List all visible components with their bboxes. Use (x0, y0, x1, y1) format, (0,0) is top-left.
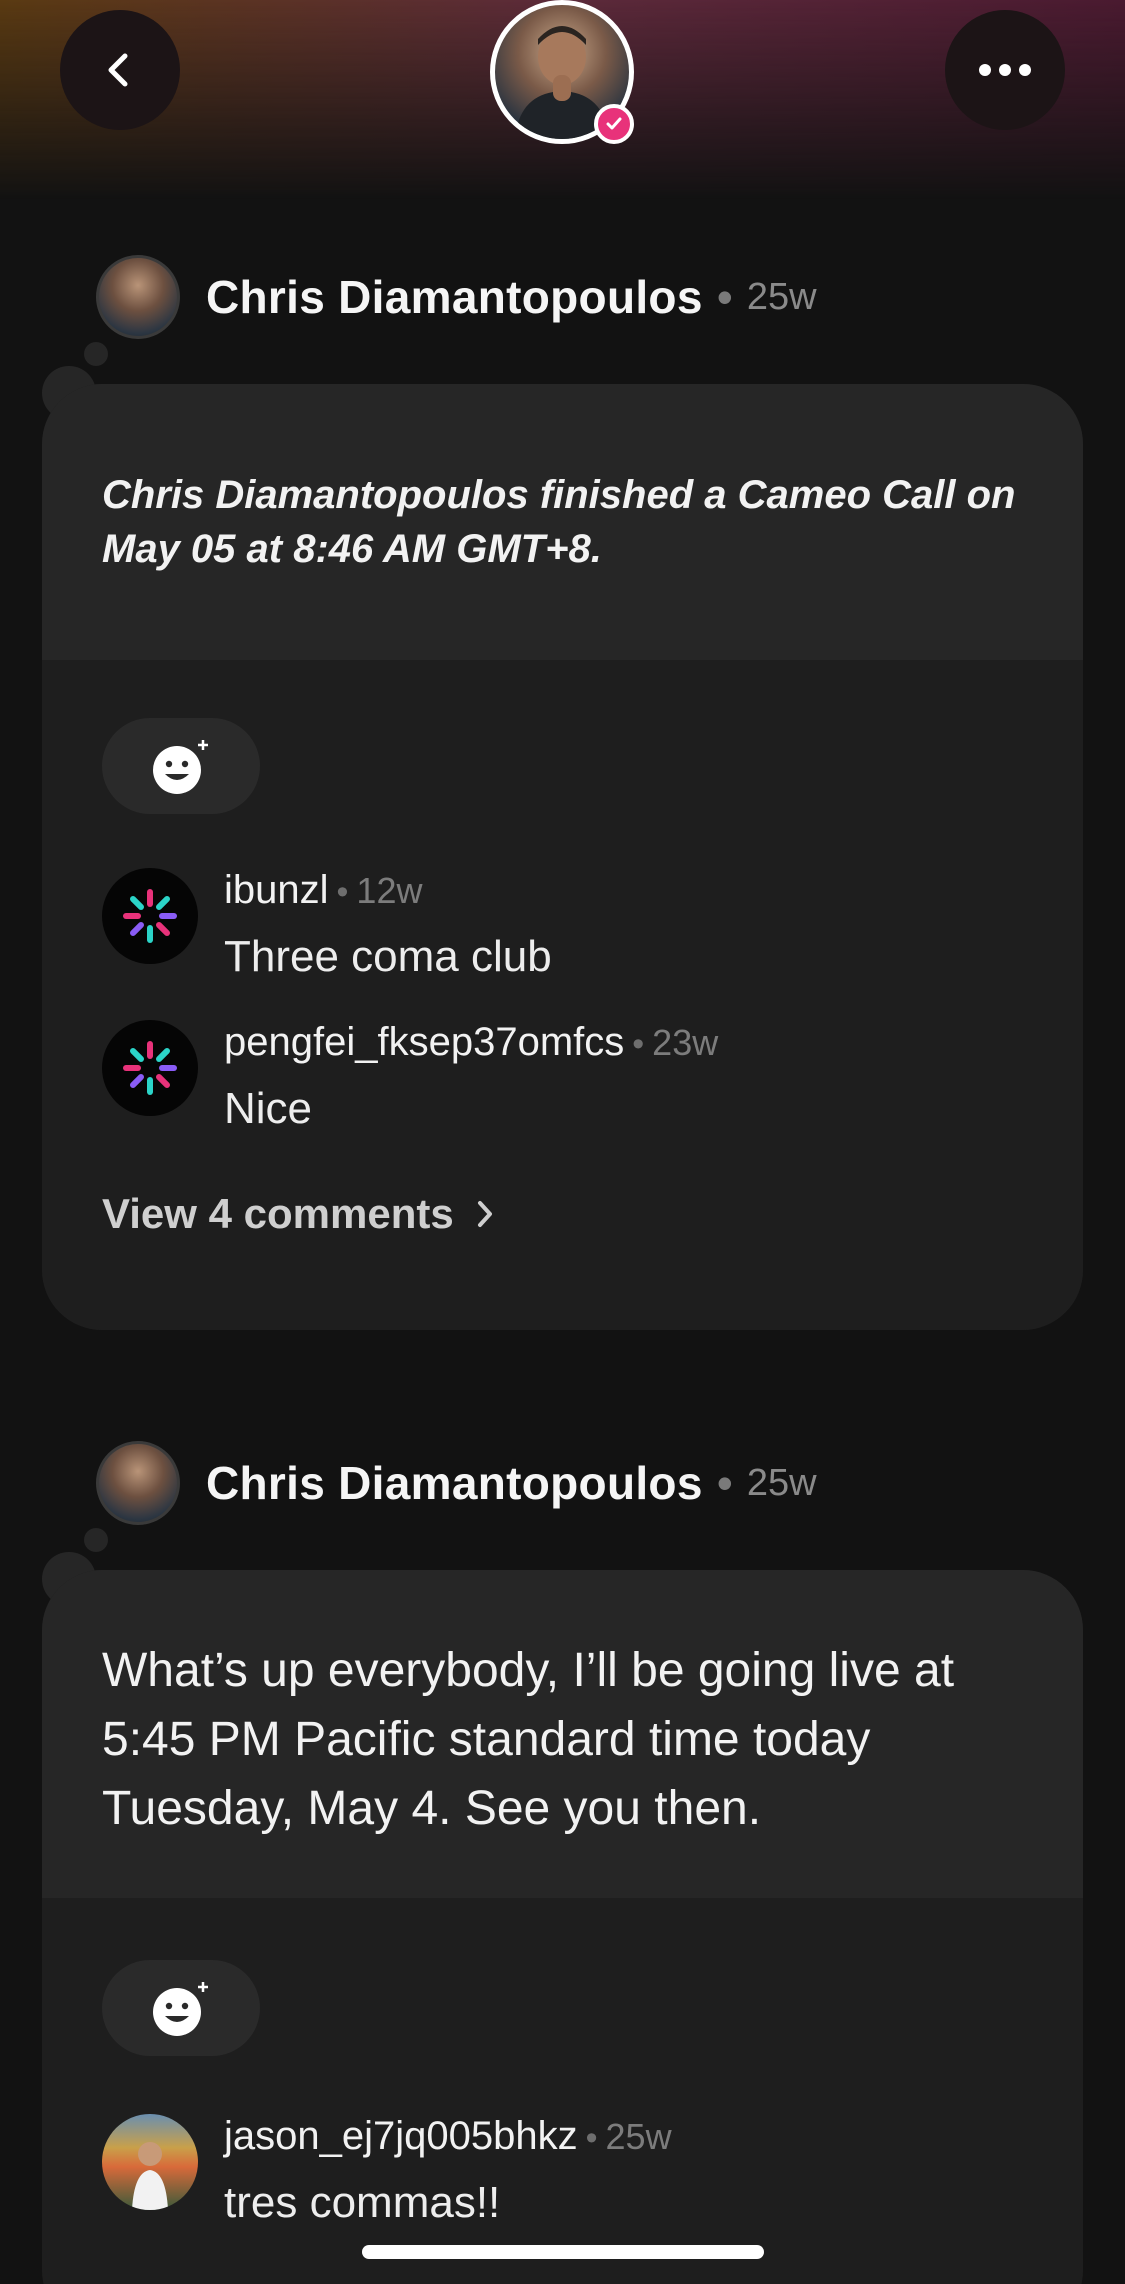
comment-age: 25w (605, 2116, 672, 2157)
spark-logo-icon (123, 889, 177, 943)
comment-age: 12w (356, 870, 423, 911)
post-content: Chris Diamantopoulos finished a Cameo Ca… (42, 384, 1083, 660)
commenter-avatar[interactable] (102, 2114, 198, 2210)
author-avatar[interactable] (96, 255, 180, 339)
commenter-avatar[interactable] (102, 868, 198, 964)
back-button[interactable] (60, 10, 180, 130)
spark-logo-icon (123, 1041, 177, 1095)
commenter-photo (132, 2142, 168, 2210)
post-text: What’s up everybody, I’ll be going live … (102, 1644, 955, 1835)
author-name[interactable]: Chris Diamantopoulos (206, 270, 703, 324)
ellipsis-icon (979, 64, 1031, 76)
post-text: Chris Diamantopoulos finished a Cameo Ca… (102, 473, 1016, 571)
comment: pengfei_fksep37omfcs • 23w Nice (102, 1020, 718, 1134)
comment-username[interactable]: pengfei_fksep37omfcs (224, 1020, 624, 1065)
post-footer: jason_ej7jq005bhkz • 25w tres commas!! (42, 1898, 1083, 2284)
author-avatar[interactable] (96, 1441, 180, 1525)
post-age: 25w (746, 1461, 817, 1504)
view-comments-link[interactable]: View 4 comments (102, 1190, 500, 1238)
post-card: What’s up everybody, I’ll be going live … (42, 1570, 1083, 2284)
add-emoji-icon (153, 740, 208, 794)
comment-age: 23w (652, 1022, 719, 1063)
author-name[interactable]: Chris Diamantopoulos (206, 1456, 703, 1510)
chevron-left-icon (108, 53, 128, 87)
comment: ibunzl • 12w Three coma club (102, 868, 552, 982)
comment-text: tres commas!! (224, 2178, 501, 2227)
dot-separator: • (585, 2119, 598, 2157)
add-reaction-button[interactable] (102, 1960, 260, 2056)
post-header: Chris Diamantopoulos • 25w (96, 252, 817, 342)
comment-text: Nice (224, 1084, 313, 1133)
comment-username[interactable]: ibunzl (224, 868, 329, 913)
post-age: 25w (746, 275, 817, 318)
home-indicator[interactable] (362, 2245, 764, 2259)
chevron-right-icon (477, 1201, 492, 1227)
add-emoji-icon (153, 1982, 208, 2036)
comment: jason_ej7jq005bhkz • 25w tres commas!! (102, 2114, 672, 2228)
comment-username[interactable]: jason_ej7jq005bhkz (224, 2114, 578, 2159)
view-comments-label: View 4 comments (102, 1190, 454, 1237)
post-content: What’s up everybody, I’ll be going live … (42, 1570, 1083, 1898)
verified-badge-icon (594, 104, 634, 144)
bubble-tail-dot (84, 342, 108, 366)
more-options-button[interactable] (945, 10, 1065, 130)
dot-separator: • (336, 873, 349, 911)
bubble-tail-dot (84, 1528, 108, 1552)
dot-separator: • (716, 271, 733, 323)
post-card: Chris Diamantopoulos finished a Cameo Ca… (42, 384, 1083, 1330)
comment-text: Three coma club (224, 932, 552, 981)
add-reaction-button[interactable] (102, 718, 260, 814)
commenter-avatar[interactable] (102, 1020, 198, 1116)
post-footer: ibunzl • 12w Three coma club pengfei_fks… (42, 660, 1083, 1330)
dot-separator: • (716, 1457, 733, 1509)
post-header: Chris Diamantopoulos • 25w (96, 1438, 817, 1528)
dot-separator: • (632, 1025, 645, 1063)
